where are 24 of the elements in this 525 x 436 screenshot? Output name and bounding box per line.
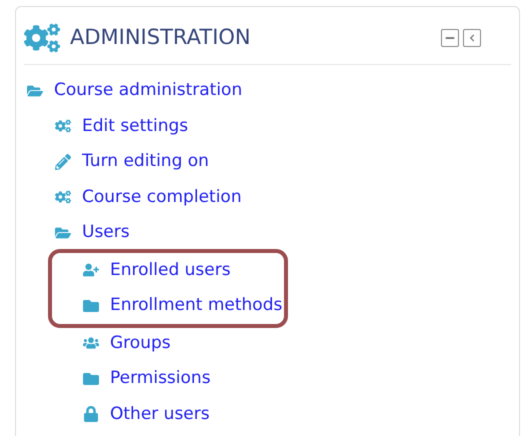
tree-link[interactable]: Enrolled users	[110, 258, 231, 283]
tree-link[interactable]: Course administration	[54, 78, 242, 104]
pencil-icon	[55, 154, 71, 170]
lock-icon	[83, 406, 99, 422]
tree-link[interactable]: Users	[82, 220, 130, 246]
dock-button[interactable]	[463, 28, 481, 46]
users-icon	[83, 335, 99, 352]
folder-icon	[83, 298, 99, 314]
tree-link[interactable]: Enrollment methods	[110, 293, 282, 318]
chevron-left-icon	[468, 34, 476, 42]
block-title: ADMINISTRATION	[70, 24, 251, 51]
open-folder-icon	[27, 82, 43, 99]
tree-link[interactable]: Groups	[110, 330, 171, 356]
user-plus-icon	[83, 262, 99, 278]
tree-link[interactable]: Course completion	[82, 184, 242, 210]
tree-link[interactable]: Turn editing on	[82, 149, 209, 174]
tree-link[interactable]: Permissions	[110, 366, 211, 392]
gears-icon	[55, 118, 71, 134]
gears-icon	[55, 189, 71, 206]
tree-link[interactable]: Other users	[110, 402, 210, 427]
folder-icon	[83, 370, 99, 387]
tree-link[interactable]: Edit settings	[82, 114, 188, 139]
open-folder-icon	[55, 224, 71, 241]
collapse-button[interactable]	[441, 28, 459, 46]
